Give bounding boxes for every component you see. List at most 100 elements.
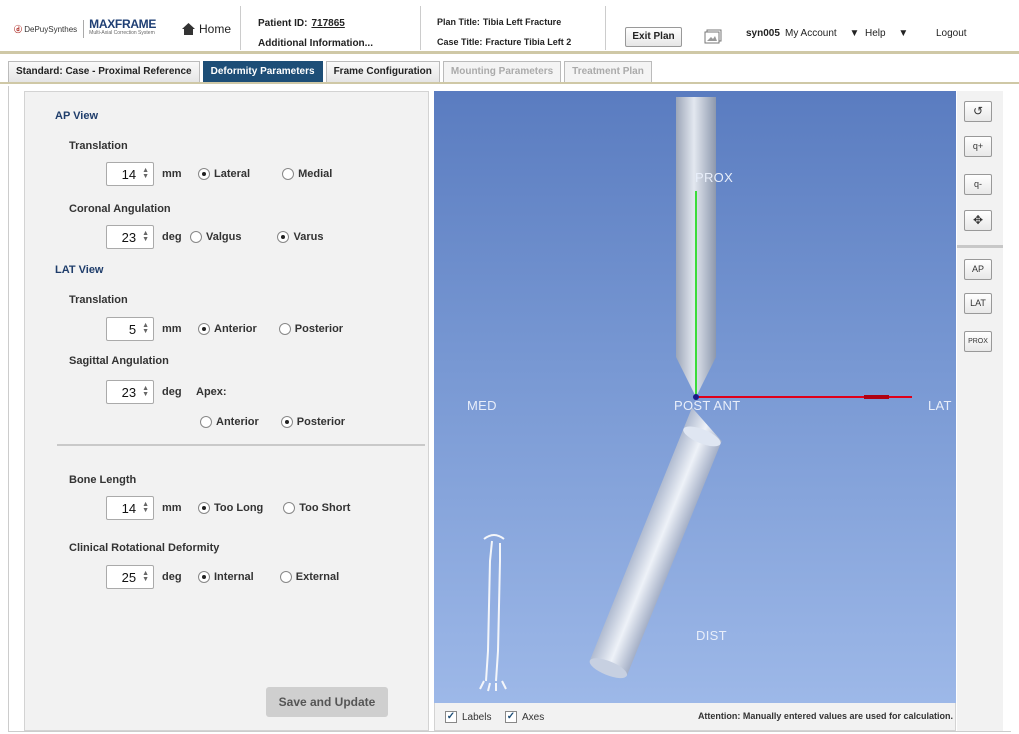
logout-link[interactable]: Logout xyxy=(936,28,967,39)
case-title-label: Case Title: xyxy=(437,37,483,47)
my-account-label: My Account xyxy=(785,28,837,39)
radio-apex-posterior[interactable]: Posterior xyxy=(280,416,345,428)
ap-translation-label: Translation xyxy=(69,140,128,152)
lat-translation-unit: mm xyxy=(162,323,182,335)
tab-bar: Standard: Case - Proximal Reference Defo… xyxy=(8,61,655,82)
radio-internal-label: Internal xyxy=(214,571,254,583)
radio-apex-anterior-label: Anterior xyxy=(216,416,259,428)
home-icon xyxy=(182,23,195,35)
tab-treatment-plan: Treatment Plan xyxy=(564,61,652,82)
prox-view-button[interactable]: PROX xyxy=(964,331,992,352)
home-link[interactable]: Home xyxy=(182,22,231,36)
zoom-in-icon[interactable]: q+ xyxy=(964,136,992,157)
home-label: Home xyxy=(199,22,232,36)
radio-unselected-icon xyxy=(200,416,212,428)
my-account-menu[interactable]: My Account ▼ xyxy=(785,28,859,39)
app-header: ⓓ DePuySynthes MAXFRAME Multi-Axial Corr… xyxy=(0,0,1019,54)
radio-varus-label: Varus xyxy=(293,231,324,243)
ap-translation-row: 14 ▲ ▼ mm Lateral Medial xyxy=(106,162,332,186)
maxframe-logo: MAXFRAME Multi-Axial Correction System xyxy=(83,18,156,38)
radio-too-long[interactable]: Too Long xyxy=(198,502,263,514)
view-footer: ✓ Labels ✓ Axes Attention: Manually entere… xyxy=(434,703,956,731)
radio-selected-icon xyxy=(280,416,293,428)
help-menu[interactable]: Help ▼ xyxy=(865,28,908,39)
clinical-rotation-row: 25 ▲ ▼ deg Internal External xyxy=(106,565,339,589)
radio-selected-icon xyxy=(198,502,210,514)
bone-length-stepper[interactable]: 14 ▲ ▼ xyxy=(106,496,154,520)
checkbox-checked-icon: ✓ xyxy=(505,711,517,723)
lat-view-button[interactable]: LAT xyxy=(964,293,992,314)
clinical-rotation-label: Clinical Rotational Deformity xyxy=(69,542,220,554)
tab-deformity-parameters[interactable]: Deformity Parameters xyxy=(202,61,323,82)
ap-translation-value: 14 xyxy=(121,166,137,182)
pan-icon[interactable]: ✥ xyxy=(964,210,992,231)
stepper-arrows-icon[interactable]: ▲ ▼ xyxy=(142,570,149,583)
radio-too-short-label: Too Short xyxy=(299,502,351,514)
radio-external-label: External xyxy=(295,571,340,583)
username: syn005 xyxy=(746,28,780,39)
section-divider xyxy=(57,444,425,446)
exit-plan-button[interactable]: Exit Plan xyxy=(625,27,682,47)
ap-translation-unit: mm xyxy=(162,168,182,180)
coronal-angulation-label: Coronal Angulation xyxy=(69,203,171,215)
radio-unselected-icon xyxy=(278,323,291,335)
lat-view-heading: LAT View xyxy=(55,264,104,276)
clinical-rotation-stepper[interactable]: 25 ▲ ▼ xyxy=(106,565,154,589)
med-label: MED xyxy=(467,398,497,413)
image-gallery-icon[interactable] xyxy=(704,29,722,44)
coronal-value: 23 xyxy=(121,229,137,245)
radio-selected-icon xyxy=(198,571,210,583)
radio-valgus[interactable]: Valgus xyxy=(190,231,241,243)
radio-medial[interactable]: Medial xyxy=(282,168,332,180)
sagittal-angulation-stepper[interactable]: 23 ▲ ▼ xyxy=(106,380,154,404)
case-title-value: Fracture Tibia Left 2 xyxy=(485,37,572,47)
ap-view-button[interactable]: AP xyxy=(964,259,992,280)
radio-anterior[interactable]: Anterior xyxy=(198,323,257,335)
attention-message: Attention: Manually entered values are u… xyxy=(697,711,953,721)
save-and-update-button[interactable]: Save and Update xyxy=(266,687,388,717)
stepper-arrows-icon[interactable]: ▲ ▼ xyxy=(142,501,149,514)
plan-title-value: Tibia Left Fracture xyxy=(482,17,562,27)
proximal-segment xyxy=(676,97,716,397)
radio-lateral[interactable]: Lateral xyxy=(198,168,250,180)
tab-standard-case[interactable]: Standard: Case - Proximal Reference xyxy=(8,61,200,82)
bone-length-row: 14 ▲ ▼ mm Too Long Too Short xyxy=(106,496,350,520)
post-ant-label: POST ANT xyxy=(674,398,741,413)
radio-internal[interactable]: Internal xyxy=(198,571,254,583)
axes-checkbox[interactable]: ✓ Axes xyxy=(505,711,544,723)
view-toolbar: ↺ q+ q- ✥ AP LAT PROX xyxy=(957,91,1003,731)
labels-checkbox-label: Labels xyxy=(462,711,492,723)
radio-too-short[interactable]: Too Short xyxy=(283,502,350,514)
zoom-out-icon[interactable]: q- xyxy=(964,174,992,195)
reset-view-icon[interactable]: ↺ xyxy=(964,101,992,122)
plan-info: Plan Title: Tibia Left Fracture Case Titl… xyxy=(437,12,571,52)
radio-unselected-icon xyxy=(283,502,296,514)
stepper-arrows-icon[interactable]: ▲ ▼ xyxy=(142,230,149,243)
sagittal-value: 23 xyxy=(121,384,137,400)
my-account-chevron-down-icon: ▼ xyxy=(849,28,860,39)
radio-external[interactable]: External xyxy=(279,571,340,583)
stepper-arrows-icon[interactable]: ▲ ▼ xyxy=(142,167,149,180)
brand-text: DePuySynthes xyxy=(24,24,78,34)
3d-view-canvas[interactable]: PROX MED POST ANT LAT DIST xyxy=(434,91,956,703)
radio-apex-anterior[interactable]: Anterior xyxy=(200,416,259,428)
labels-checkbox[interactable]: ✓ Labels xyxy=(445,711,491,723)
radio-lateral-label: Lateral xyxy=(214,168,251,180)
ap-translation-stepper[interactable]: 14 ▲ ▼ xyxy=(106,162,154,186)
tab-frame-configuration[interactable]: Frame Configuration xyxy=(325,61,440,82)
coronal-angulation-stepper[interactable]: 23 ▲ ▼ xyxy=(106,225,154,249)
lat-translation-stepper[interactable]: 5 ▲ ▼ xyxy=(106,317,154,341)
lat-translation-label: Translation xyxy=(69,294,128,306)
lat-translation-row: 5 ▲ ▼ mm Anterior Posterior xyxy=(106,317,343,341)
additional-info-link[interactable]: Additional Information... xyxy=(258,34,373,54)
stepper-arrows-icon[interactable]: ▲ ▼ xyxy=(142,385,149,398)
apex-row: Anterior Posterior xyxy=(186,410,345,434)
apex-label: Apex: xyxy=(196,386,227,398)
radio-posterior[interactable]: Posterior xyxy=(278,323,343,335)
stepper-arrows-icon[interactable]: ▲ ▼ xyxy=(142,322,149,335)
patient-id-label: Patient ID: xyxy=(258,18,308,29)
sagittal-angulation-row: 23 ▲ ▼ deg Apex: xyxy=(106,380,227,404)
patient-id-link[interactable]: 717865 xyxy=(311,18,344,29)
patient-info: Patient ID: 717865 Additional Information… xyxy=(258,14,373,54)
radio-varus[interactable]: Varus xyxy=(277,231,323,243)
